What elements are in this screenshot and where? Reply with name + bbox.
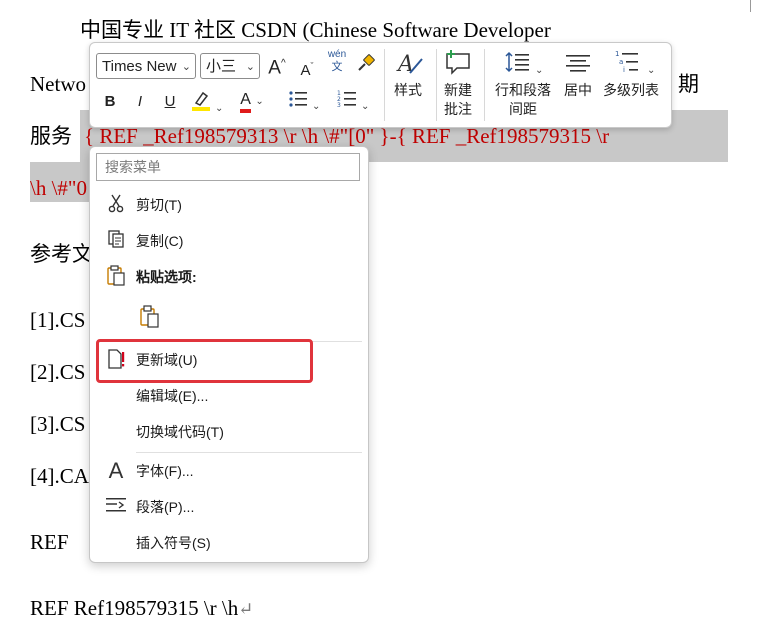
grow-font-button[interactable]: A^ [266,53,288,79]
menu-item-paste-options: 粘贴选项: [90,261,368,293]
shrink-font-icon: A [300,62,311,79]
chevron-down-icon: ⌄ [215,103,224,114]
new-comment-button[interactable] [440,49,476,82]
floating-mini-toolbar: Times New ⌄ 小三 ⌄ A^ Aˇ wén 文 B I U ⌄ A ⌄ [89,42,672,128]
menu-item-paragraph[interactable]: 段落(P)... [90,491,368,523]
bold-button[interactable]: B [100,91,120,113]
styles-button[interactable]: A [390,49,432,84]
line-spacing-icon [505,51,529,73]
font-color-button[interactable]: A ⌄ [232,89,272,113]
bullet-list-icon [288,91,307,107]
numbering-button[interactable]: 1 2 3 ⌄ [332,89,374,118]
font-size-select[interactable]: 小三 ⌄ [200,53,260,79]
phonetic-pinyin: wén [327,49,347,60]
phonetic-guide-button[interactable]: wén 文 [324,49,350,73]
chevron-down-icon: ⌄ [245,61,255,73]
paste-option-icon [138,305,162,329]
svg-text:A: A [396,52,414,77]
chevron-down-icon: ⌄ [361,101,370,112]
svg-text:1: 1 [615,50,619,58]
menu-search-input[interactable]: 搜索菜单 [96,153,360,181]
svg-text:3: 3 [337,102,341,109]
paragraph-icon [104,495,128,519]
bullets-button[interactable]: ⌄ [284,89,324,118]
numbered-list-icon: 1 2 3 [337,90,356,109]
doc-line-5: 参考文 [30,242,93,266]
italic-button[interactable]: I [130,91,150,113]
center-label: 居中 [564,82,592,98]
multilevel-list-label: 多级列表 [603,82,659,98]
toolbar-divider [436,49,437,121]
menu-separator [136,452,362,453]
underline-button[interactable]: U [160,91,180,113]
field-code-text-2[interactable]: \h \#"0 [30,174,87,202]
scissors-icon [104,193,128,217]
line-spacing-label-2: 间距 [509,101,537,117]
new-comment-icon [446,50,470,75]
highlight-color-button[interactable]: ⌄ [188,89,226,120]
doc-last-line: REF Ref198579315 \r \h↵ [30,594,253,623]
doc-line-ref: REF [30,530,69,554]
chevron-down-icon: ⌄ [647,65,656,76]
shrink-font-button[interactable]: Aˇ [296,55,318,82]
menu-item-label: 剪切(T) [136,197,182,213]
toolbar-divider [384,49,385,121]
reference-3: [3].CS [30,412,86,436]
highlighter-icon [191,91,210,111]
font-name-select[interactable]: Times New ⌄ [96,53,196,79]
paste-icon [104,265,128,289]
multilevel-list-icon: 1 a i [615,50,638,74]
format-painter-button[interactable] [354,53,378,80]
grow-font-icon: A [268,57,281,79]
chevron-down-icon: ⌄ [181,61,191,73]
chevron-down-icon: ⌄ [535,65,544,76]
menu-item-label: 编辑域(E)... [136,388,209,404]
center-align-button[interactable] [560,53,596,80]
menu-item-insert-symbol[interactable]: 插入符号(S) [90,527,368,559]
new-comment-label-2: 批注 [444,101,472,117]
last-line-text: REF Ref198579315 \r \h [30,596,239,620]
line-spacing-label-1: 行和段落 [495,82,551,98]
menu-item-toggle-field-codes[interactable]: 切换域代码(T) [90,416,368,448]
page-margin-marker [750,0,751,12]
font-icon: A [108,458,124,483]
menu-item-label: 切换域代码(T) [136,424,224,440]
doc-line-2-end: 期 [678,72,699,96]
font-name-value: Times New [102,58,177,75]
svg-text:a: a [619,58,623,66]
toolbar-divider [484,49,485,121]
paste-keep-text-button[interactable] [138,301,164,333]
menu-item-label: 字体(F)... [136,463,194,479]
chevron-down-icon: ⌄ [255,96,264,107]
menu-section-label: 粘贴选项: [136,269,197,285]
align-center-icon [566,55,590,72]
font-color-icon: A [240,91,251,113]
doc-line-3-prefix: 服务 [30,124,72,148]
line-spacing-button[interactable]: ⌄ [500,51,548,82]
paragraph-mark-icon: ↵ [238,599,254,619]
styles-icon: A [396,52,423,77]
reference-1: [1].CS [30,308,86,332]
menu-item-label: 复制(C) [136,233,184,249]
doc-line-2-start: Netwo [30,72,86,96]
format-painter-icon [358,54,375,71]
menu-item-font[interactable]: A 字体(F)... [90,455,368,487]
font-size-value: 小三 [206,58,237,75]
reference-2: [2].CS [30,360,86,384]
phonetic-char: 文 [331,61,343,73]
chevron-down-icon: ⌄ [312,101,321,112]
svg-text:i: i [623,66,625,73]
menu-item-label: 段落(P)... [136,499,195,515]
multilevel-list-button[interactable]: 1 a i ⌄ [612,49,658,82]
annotation-highlight-box [96,339,313,383]
new-comment-label-1: 新建 [444,82,472,98]
menu-item-copy[interactable]: 复制(C) [90,225,368,257]
reference-4: [4].CA [30,464,89,488]
menu-item-edit-field[interactable]: 编辑域(E)... [90,380,368,412]
menu-item-cut[interactable]: 剪切(T) [90,189,368,221]
copy-icon [104,229,128,253]
menu-item-label: 插入符号(S) [136,535,211,551]
doc-line-1: 中国专业 IT 社区 CSDN (Chinese Software Develo… [80,18,551,42]
styles-label: 样式 [394,82,422,98]
